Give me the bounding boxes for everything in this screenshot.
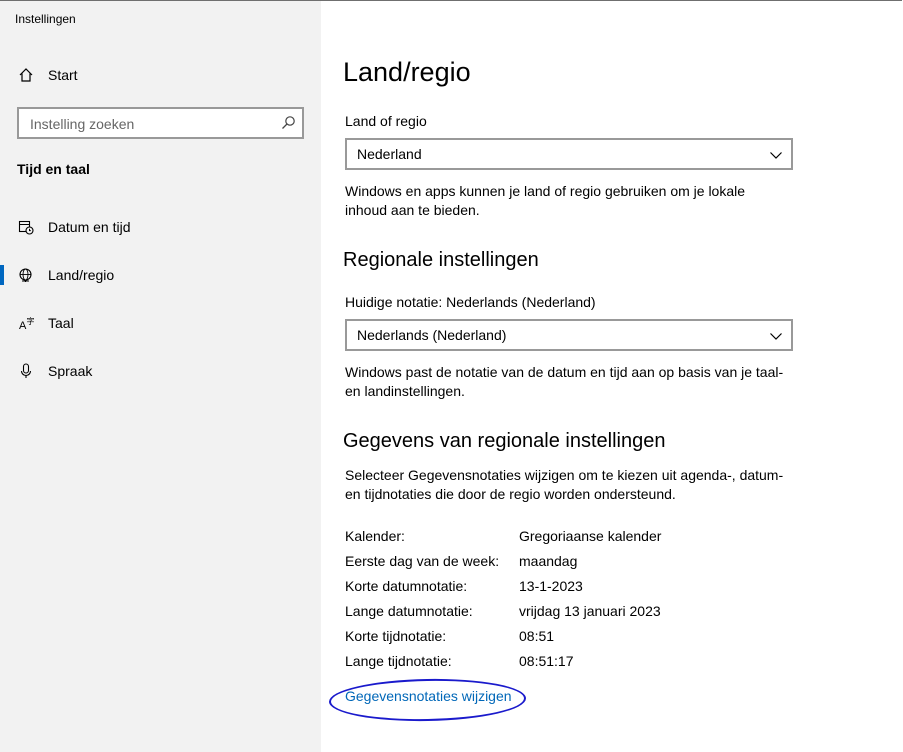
format-label: Huidige notatie: Nederlands (Nederland): [345, 294, 596, 310]
regional-data-heading: Gegevens van regionale instellingen: [343, 430, 666, 452]
page-title: Land/regio: [343, 57, 471, 87]
short-date-key: Korte datumnotatie:: [345, 578, 468, 594]
format-description: Windows past de notatie van de datum en …: [345, 364, 784, 399]
search-box[interactable]: [17, 107, 304, 139]
first-day-value: maandag: [519, 553, 578, 569]
content-pane: Land/regio Land of regio Nederland Windo…: [321, 1, 902, 752]
active-indicator: [0, 265, 4, 285]
sidebar-item-label: Taal: [48, 315, 74, 331]
format-dropdown-value: Nederlands (Nederland): [357, 327, 507, 343]
long-date-value: vrijdag 13 januari 2023: [519, 603, 661, 619]
long-time-key: Lange tijdnotatie:: [345, 653, 452, 669]
globe-icon: [17, 266, 35, 284]
sidebar-item-language[interactable]: A字 Taal: [0, 303, 321, 343]
sidebar-item-label: Spraak: [48, 363, 93, 379]
regional-settings-heading: Regionale instellingen: [343, 249, 539, 271]
country-dropdown[interactable]: Nederland: [345, 138, 793, 170]
calendar-clock-icon: [17, 218, 35, 236]
chevron-down-icon: [769, 329, 783, 343]
country-label: Land of regio: [345, 113, 427, 129]
microphone-icon: [17, 362, 35, 380]
calendar-value: Gregoriaanse kalender: [519, 528, 662, 544]
country-dropdown-value: Nederland: [357, 146, 422, 162]
sidebar-item-date-time[interactable]: Datum en tijd: [0, 207, 321, 247]
sidebar-item-country-region[interactable]: Land/regio: [0, 255, 321, 295]
sidebar-item-label: Start: [48, 67, 78, 83]
format-dropdown[interactable]: Nederlands (Nederland): [345, 319, 793, 351]
calendar-key: Kalender:: [345, 528, 405, 544]
long-time-value: 08:51:17: [519, 653, 574, 669]
sidebar-item-label: Datum en tijd: [48, 219, 131, 235]
short-time-value: 08:51: [519, 628, 555, 644]
sidebar: Instellingen Start Tijd en taal Datum en…: [0, 1, 321, 752]
sidebar-item-label: Land/regio: [48, 267, 115, 283]
section-title: Tijd en taal: [17, 161, 90, 177]
language-icon: A字: [17, 314, 35, 332]
sidebar-item-home[interactable]: Start: [0, 55, 321, 95]
home-icon: [17, 66, 35, 84]
svg-text:字: 字: [27, 316, 35, 326]
sidebar-item-speech[interactable]: Spraak: [0, 351, 321, 391]
chevron-down-icon: [769, 148, 783, 162]
regional-data-description: Selecteer Gegevensnotaties wijzigen om t…: [345, 467, 784, 502]
short-date-value: 13-1-2023: [519, 578, 583, 594]
window-title: Instellingen: [15, 12, 76, 26]
search-input[interactable]: [28, 115, 272, 133]
short-time-key: Korte tijdnotatie:: [345, 628, 447, 644]
first-day-key: Eerste dag van de week:: [345, 553, 500, 569]
long-date-key: Lange datumnotatie:: [345, 603, 473, 619]
search-icon[interactable]: [280, 115, 296, 131]
country-description: Windows en apps kunnen je land of regio …: [345, 183, 746, 218]
change-data-formats-link[interactable]: Gegevensnotaties wijzigen: [345, 688, 512, 704]
